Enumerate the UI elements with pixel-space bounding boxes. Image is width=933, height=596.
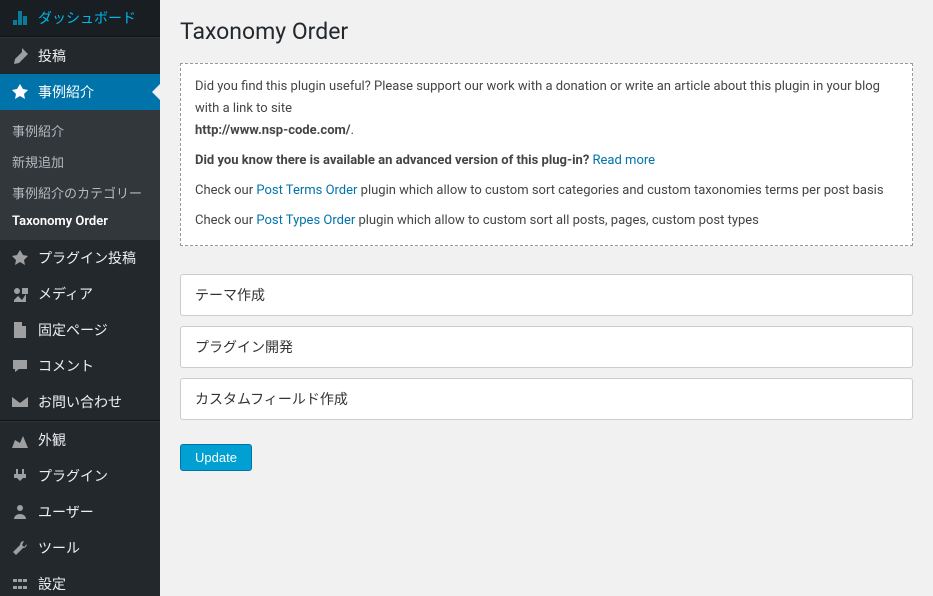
sortable-item[interactable]: テーマ作成 (180, 274, 913, 316)
sidebar-item-appearance[interactable]: 外観 (0, 422, 160, 458)
submenu-item-cases-category[interactable]: 事例紹介のカテゴリー (0, 177, 160, 208)
sidebar-item-posts[interactable]: 投稿 (0, 38, 160, 74)
sidebar-item-tools[interactable]: ツール (0, 530, 160, 566)
post-types-order-link[interactable]: Post Types Order (256, 213, 355, 228)
info-text: plugin which allow to custom sort catego… (357, 183, 883, 198)
submenu-item-addnew[interactable]: 新規追加 (0, 146, 160, 177)
menu-label: メディア (38, 284, 93, 304)
menu-label: ダッシュボード (38, 8, 136, 28)
users-icon (10, 502, 30, 522)
pin-icon (10, 82, 30, 102)
pin-icon (10, 248, 30, 268)
info-box: Did you find this plugin useful? Please … (180, 63, 913, 246)
sortable-item[interactable]: カスタムフィールド作成 (180, 378, 913, 420)
media-icon (10, 284, 30, 304)
menu-label: ユーザー (38, 502, 94, 522)
submenu-item-cases[interactable]: 事例紹介 (0, 115, 160, 146)
info-check-terms: Check our Post Terms Order plugin which … (195, 180, 898, 202)
info-text: Did you find this plugin useful? Please … (195, 79, 880, 116)
sidebar-item-cases[interactable]: 事例紹介 (0, 74, 160, 110)
menu-label: 外観 (38, 430, 66, 450)
sidebar-item-pages[interactable]: 固定ページ (0, 312, 160, 348)
info-advanced: Did you know there is available an advan… (195, 150, 898, 172)
page-title: Taxonomy Order (180, 18, 913, 45)
info-text: plugin which allow to custom sort all po… (355, 213, 759, 228)
info-text: Check our (195, 213, 256, 228)
submenu-cases: 事例紹介 新規追加 事例紹介のカテゴリー Taxonomy Order (0, 110, 160, 240)
menu-label: 事例紹介 (38, 82, 94, 102)
sidebar-item-plugins[interactable]: プラグイン (0, 458, 160, 494)
menu-label: 設定 (38, 574, 66, 594)
sidebar-item-contact[interactable]: お問い合わせ (0, 384, 160, 420)
comment-icon (10, 356, 30, 376)
sidebar-item-plugin-posts[interactable]: プラグイン投稿 (0, 240, 160, 276)
appearance-icon (10, 430, 30, 450)
settings-icon (10, 574, 30, 594)
dashboard-icon (10, 8, 30, 28)
tools-icon (10, 538, 30, 558)
post-terms-order-link[interactable]: Post Terms Order (256, 183, 357, 198)
info-check-types: Check our Post Types Order plugin which … (195, 210, 898, 232)
read-more-link[interactable]: Read more (593, 153, 656, 168)
sidebar-item-settings[interactable]: 設定 (0, 566, 160, 596)
plugins-icon (10, 466, 30, 486)
post-icon (10, 46, 30, 66)
menu-label: プラグイン投稿 (38, 248, 136, 268)
page-icon (10, 320, 30, 340)
menu-label: コメント (38, 356, 94, 376)
info-text: Check our (195, 183, 256, 198)
menu-label: プラグイン (38, 466, 108, 486)
submenu-item-taxonomy-order[interactable]: Taxonomy Order (0, 208, 160, 235)
menu-label: お問い合わせ (38, 392, 122, 412)
info-intro: Did you find this plugin useful? Please … (195, 76, 898, 142)
info-advanced-text: Did you know there is available an advan… (195, 153, 593, 168)
admin-sidebar: ダッシュボード 投稿 事例紹介 事例紹介 新規追加 事例紹介のカテゴリー Tax… (0, 0, 160, 596)
main-content: Taxonomy Order Did you find this plugin … (160, 0, 933, 596)
sortable-item[interactable]: プラグイン開発 (180, 326, 913, 368)
sidebar-item-dashboard[interactable]: ダッシュボード (0, 0, 160, 36)
sidebar-item-comments[interactable]: コメント (0, 348, 160, 384)
sidebar-item-users[interactable]: ユーザー (0, 494, 160, 530)
menu-label: 投稿 (38, 46, 66, 66)
menu-label: 固定ページ (38, 320, 108, 340)
sidebar-item-media[interactable]: メディア (0, 276, 160, 312)
update-button[interactable]: Update (180, 444, 252, 471)
info-url: http://www.nsp-code.com/ (195, 123, 351, 138)
menu-label: ツール (38, 538, 80, 558)
mail-icon (10, 392, 30, 412)
